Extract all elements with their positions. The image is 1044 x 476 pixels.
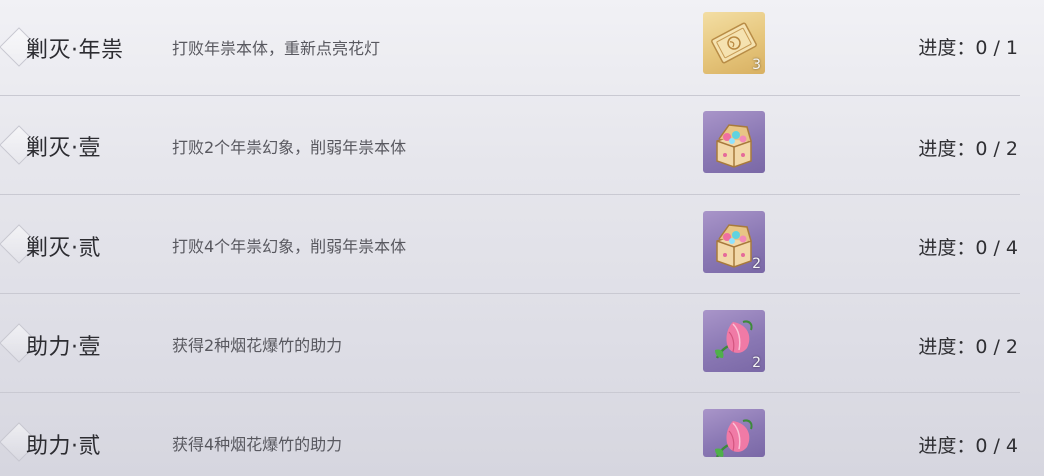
quest-name: 剿灭·壹 (26, 136, 101, 161)
progress-label: 进度： (918, 37, 976, 59)
reward-count: 2 (752, 355, 761, 371)
quest-name: 助力·贰 (26, 434, 101, 459)
quest-description: 打败2个年祟幻象，削弱年祟本体 (172, 138, 407, 157)
quest-name: 助力·壹 (26, 335, 101, 360)
quest-description: 获得4种烟花爆竹的助力 (172, 435, 343, 454)
progress-label: 进度： (918, 336, 976, 358)
flower-bud-icon (715, 419, 753, 457)
quest-list: 剿灭·年祟 打败年祟本体，重新点亮花灯 3 进度：0 / 1 剿灭·壹 打败2个… (0, 0, 1044, 476)
quest-row-annihilate-1[interactable]: 剿灭·壹 打败2个年祟幻象，削弱年祟本体 进度：0 / 2 (0, 97, 1044, 195)
reward-item-flower[interactable]: 2 (703, 310, 765, 372)
quest-description: 获得2种烟花爆竹的助力 (172, 336, 343, 355)
progress-value: 0 / 4 (975, 435, 1018, 457)
progress-label: 进度： (918, 237, 976, 259)
progress-value: 0 / 1 (975, 37, 1018, 59)
quest-row-annihilate-nian[interactable]: 剿灭·年祟 打败年祟本体，重新点亮花灯 3 进度：0 / 1 (0, 0, 1044, 96)
quest-progress: 进度：0 / 1 (918, 33, 1018, 60)
quest-progress: 进度：0 / 2 (918, 134, 1018, 161)
quest-row-assist-1[interactable]: 助力·壹 获得2种烟花爆竹的助力 2 进度：0 / 2 (0, 295, 1044, 393)
progress-value: 0 / 4 (975, 237, 1018, 259)
reward-count: 3 (752, 57, 761, 73)
quest-progress: 进度：0 / 4 (918, 431, 1018, 458)
reward-item-chest[interactable] (703, 111, 765, 173)
row-divider (0, 194, 1020, 195)
progress-value: 0 / 2 (975, 336, 1018, 358)
row-divider (0, 392, 1020, 393)
quest-description: 打败年祟本体，重新点亮花灯 (172, 39, 381, 58)
reward-item-ticket[interactable]: 3 (703, 12, 765, 74)
reward-item-flower[interactable] (703, 409, 765, 457)
progress-label: 进度： (918, 138, 976, 160)
row-divider (0, 293, 1020, 294)
progress-label: 进度： (918, 435, 976, 457)
reward-count: 2 (752, 256, 761, 272)
quest-progress: 进度：0 / 2 (918, 332, 1018, 359)
row-divider (0, 95, 1020, 96)
quest-name: 剿灭·贰 (26, 236, 101, 261)
quest-name: 剿灭·年祟 (26, 38, 124, 63)
quest-row-annihilate-2[interactable]: 剿灭·贰 打败4个年祟幻象，削弱年祟本体 2 进度：0 / 4 (0, 196, 1044, 294)
quest-row-assist-2[interactable]: 助力·贰 获得4种烟花爆竹的助力 进度：0 / 4 (0, 394, 1044, 476)
quest-progress: 进度：0 / 4 (918, 233, 1018, 260)
quest-description: 打败4个年祟幻象，削弱年祟本体 (172, 237, 407, 256)
reward-item-chest[interactable]: 2 (703, 211, 765, 273)
progress-value: 0 / 2 (975, 138, 1018, 160)
treasure-chest-icon (716, 124, 752, 168)
